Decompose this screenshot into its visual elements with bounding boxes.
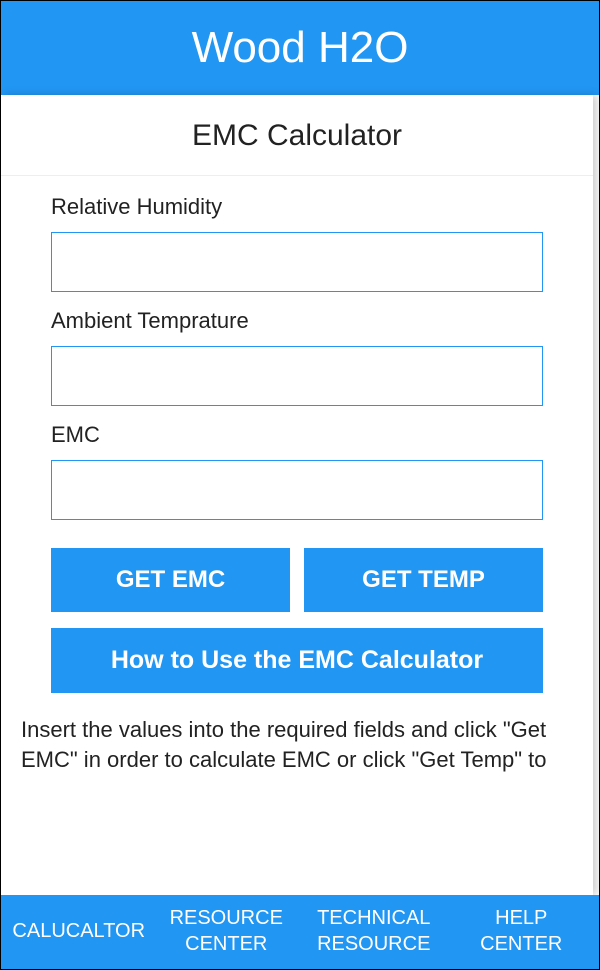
nav-help-line1: HELP: [448, 905, 596, 931]
main-content: EMC Calculator Relative Humidity Ambient…: [1, 95, 593, 895]
get-emc-button[interactable]: GET EMC: [51, 548, 290, 612]
how-to-button[interactable]: How to Use the EMC Calculator: [51, 628, 543, 693]
nav-technical-line1: TECHNICAL: [300, 905, 448, 931]
nav-help-line2: CENTER: [448, 931, 596, 957]
button-row: GET EMC GET TEMP: [51, 548, 543, 612]
nav-technical-line2: RESOURCE: [300, 931, 448, 957]
app-header: Wood H2O: [1, 1, 599, 95]
label-relative-humidity: Relative Humidity: [51, 194, 543, 220]
field-ambient-temperature: Ambient Temprature: [51, 308, 543, 406]
nav-resource-center[interactable]: RESOURCE CENTER: [153, 905, 301, 957]
get-temp-button[interactable]: GET TEMP: [304, 548, 543, 612]
nav-technical-resource[interactable]: TECHNICAL RESOURCE: [300, 905, 448, 957]
nav-calculator-line1: CALUCALTOR: [5, 918, 153, 944]
nav-calculator[interactable]: CALUCALTOR: [5, 918, 153, 944]
nav-resource-line2: CENTER: [153, 931, 301, 957]
field-relative-humidity: Relative Humidity: [51, 194, 543, 292]
nav-resource-line1: RESOURCE: [153, 905, 301, 931]
input-ambient-temperature[interactable]: [51, 346, 543, 406]
field-emc: EMC: [51, 422, 543, 520]
instructions-text: Insert the values into the required fiel…: [1, 693, 593, 774]
input-relative-humidity[interactable]: [51, 232, 543, 292]
bottom-nav: CALUCALTOR RESOURCE CENTER TECHNICAL RES…: [1, 895, 599, 969]
nav-help-center[interactable]: HELP CENTER: [448, 905, 596, 957]
label-ambient-temperature: Ambient Temprature: [51, 308, 543, 334]
page-title: EMC Calculator: [1, 95, 593, 176]
app-title: Wood H2O: [192, 23, 409, 72]
input-emc[interactable]: [51, 460, 543, 520]
form-area: Relative Humidity Ambient Temprature EMC…: [1, 176, 593, 693]
label-emc: EMC: [51, 422, 543, 448]
